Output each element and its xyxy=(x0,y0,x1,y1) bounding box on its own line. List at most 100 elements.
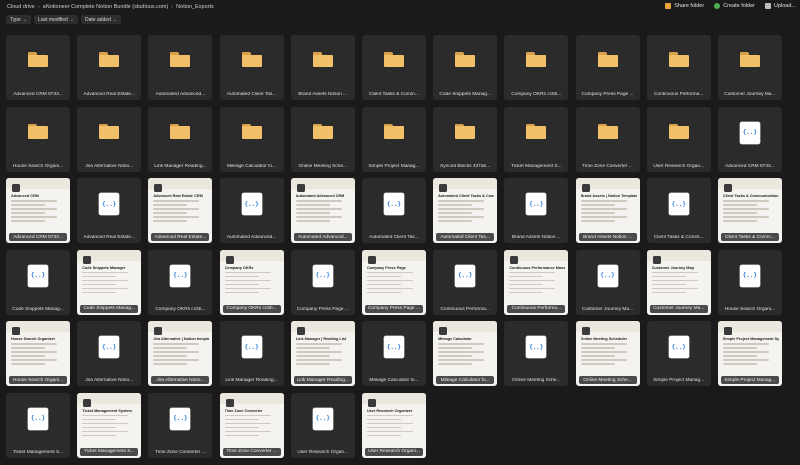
json-file-tile[interactable]: {..} Client Tasks & Comm... xyxy=(646,178,711,244)
folder-tile[interactable]: Automated Client Tas... xyxy=(219,35,284,100)
preview-text-line xyxy=(366,279,413,282)
json-file-tile[interactable]: {..} Brand Assets Notion ... xyxy=(504,178,569,244)
html-file-tile[interactable]: House Search Organizer House Search Organ… xyxy=(6,321,70,387)
preview-text-line xyxy=(366,430,413,433)
preview-text-line xyxy=(651,287,698,290)
html-file-tile[interactable]: Client Tasks & Communication Manager Clie… xyxy=(717,178,782,244)
folder-tile[interactable]: Company OKRs cc5b... xyxy=(504,35,569,100)
file-name-label: Continuous Performa... xyxy=(654,92,704,97)
json-file-tile[interactable]: {..} Automated Advanced... xyxy=(219,178,284,244)
breadcrumb-item[interactable]: Cloud drive xyxy=(7,4,35,10)
preview-text-line xyxy=(580,216,627,218)
html-file-tile[interactable]: Online Meeting Scheduler Online Meeting S… xyxy=(575,321,640,387)
share-folder-button[interactable]: Share folder xyxy=(665,3,704,9)
json-file-tile[interactable]: {..} Jira Alternative Notio... xyxy=(77,321,142,387)
html-file-tile[interactable]: User Research Organizer User Research Org… xyxy=(361,392,426,458)
json-file-tile[interactable]: {..} Advanced Real Estate... xyxy=(77,178,142,244)
html-file-tile[interactable]: Automated Client Tasks & Communication M… xyxy=(433,178,498,244)
html-file-tile[interactable]: Mileage Calculator Mileage Calculator fo.… xyxy=(433,321,498,387)
chevron-down-icon: ⌄ xyxy=(112,16,118,23)
preview-text-line xyxy=(366,414,413,417)
html-file-tile[interactable]: Simple Project Management System Simple P… xyxy=(717,321,782,387)
page-icon xyxy=(225,398,234,407)
json-file-tile[interactable]: {..} Simple Project Manag... xyxy=(646,321,711,387)
preview-text-line xyxy=(224,287,271,290)
json-file-tile[interactable]: {..} User Research Organ... xyxy=(290,392,355,458)
folder-tile[interactable]: House Search Organi... xyxy=(6,106,70,172)
folder-tile[interactable]: Jira Alternative Notio... xyxy=(77,106,142,172)
preview-title: Advanced Real Estate CRM xyxy=(153,194,203,199)
folder-icon xyxy=(312,52,333,67)
preview-text-line xyxy=(722,208,769,210)
folder-tile[interactable]: Automated Advanced... xyxy=(148,35,213,100)
preview-text-line xyxy=(722,204,757,206)
folder-tile[interactable]: Time Zone Converter ... xyxy=(575,106,640,172)
json-file-tile[interactable]: {..} Code Snippets Manag... xyxy=(6,249,70,315)
json-file-tile[interactable]: {..} Automated Client Tas... xyxy=(361,178,426,244)
preview-text-line xyxy=(509,275,544,278)
filter-last-modified[interactable]: Last modified ⌄ xyxy=(34,15,78,24)
folder-tile[interactable]: Client Tasks & Comm... xyxy=(361,35,426,100)
folder-tile[interactable]: Advanced Real Estate... xyxy=(77,35,142,100)
folder-tile[interactable]: Mileage Calculator fo... xyxy=(219,106,284,172)
preview-text-line xyxy=(153,351,200,353)
folder-tile[interactable]: Company Press Page ... xyxy=(575,35,640,100)
filter-date-added[interactable]: Date added ⌄ xyxy=(81,15,122,24)
folder-tile[interactable]: Link Manager Reading... xyxy=(148,106,213,172)
folder-tile[interactable]: Simple Project Manag... xyxy=(361,106,426,172)
file-name-label: User Research Organ... xyxy=(297,449,349,455)
html-file-tile[interactable]: Advanced CRM Advanced CRM 8733... xyxy=(6,178,70,244)
folder-tile[interactable]: Customer Journey Ma... xyxy=(717,35,782,100)
json-file-tile[interactable]: {..} Time Zone Converter ... xyxy=(148,392,213,458)
top-bar: Cloud drive › aNotioneer Complete Notion… xyxy=(0,0,800,14)
preview-text-line xyxy=(224,422,271,425)
html-file-tile[interactable]: Time Zone Converter Time Zone Converter .… xyxy=(219,392,284,458)
file-name-label: Brand Assets Notion ... xyxy=(511,235,561,241)
json-file-tile[interactable]: {..} Online Meeting Sche... xyxy=(504,321,569,387)
folder-tile[interactable]: Advanced CRM 8733... xyxy=(6,35,70,100)
create-folder-button[interactable]: Create folder xyxy=(714,3,755,9)
json-file-tile[interactable]: {..} Link Manager Reading... xyxy=(219,321,284,387)
html-file-tile[interactable]: Ticket Management System Ticket Managemen… xyxy=(77,392,142,458)
json-file-tile[interactable]: {..} Mileage Calculator fo... xyxy=(361,321,426,387)
json-file-tile[interactable]: {..} Advanced CRM 8733... xyxy=(717,106,782,172)
folder-icon xyxy=(312,123,333,139)
html-file-tile[interactable]: Continuous Performance Management System… xyxy=(504,249,569,315)
breadcrumb-item[interactable]: aNotioneer Complete Notion Bundle (studi… xyxy=(43,4,169,10)
folder-tile[interactable]: Ticket Management S... xyxy=(504,106,569,172)
breadcrumb-item[interactable]: Notion_Exports xyxy=(176,4,214,10)
preview-text-line xyxy=(82,430,129,433)
preview-text-line xyxy=(224,418,259,421)
create-folder-icon xyxy=(714,3,721,9)
html-file-tile[interactable]: Brand Assets | Notion Template Brand Asse… xyxy=(575,178,640,244)
json-file-tile[interactable]: {..} Continuous Performa... xyxy=(433,249,498,315)
upload-button[interactable]: Upload... xyxy=(764,3,796,9)
html-file-tile[interactable]: Company OKRs Company OKRs cc5b... xyxy=(219,249,284,315)
json-file-tile[interactable]: {..} Company OKRs cc5b... xyxy=(148,249,213,315)
html-file-tile[interactable]: Company Press Page Company Press Page ... xyxy=(361,249,426,315)
folder-tile[interactable]: Synced Blocks 437de... xyxy=(433,106,498,172)
file-name-label: Client Tasks & Comm... xyxy=(720,233,779,242)
preview-text-line xyxy=(366,418,401,421)
preview-text-line xyxy=(224,434,259,437)
json-file-tile[interactable]: {..} Ticket Management S... xyxy=(6,392,70,458)
folder-tile[interactable]: Brand Assets Notion ... xyxy=(290,35,355,100)
json-file-tile[interactable]: {..} Customer Journey Ma... xyxy=(575,249,640,315)
folder-icon xyxy=(668,52,689,67)
folder-tile[interactable]: Continuous Performa... xyxy=(646,35,711,100)
folder-tile[interactable]: User Research Organ... xyxy=(646,106,711,172)
html-file-tile[interactable]: Customer Journey Map Customer Journey Ma.… xyxy=(646,249,711,315)
html-file-tile[interactable]: Automated Advanced CRM Automated Advanced… xyxy=(290,178,355,244)
folder-tile[interactable]: Code Snippets Manag... xyxy=(433,35,498,100)
filter-type[interactable]: Type ⌄ xyxy=(6,15,32,24)
html-file-tile[interactable]: Jira Alternative | Notion template Jira A… xyxy=(148,321,213,387)
json-file-tile[interactable]: {..} House Search Organi... xyxy=(717,249,782,315)
folder-tile[interactable]: Online Meeting Sche... xyxy=(290,106,355,172)
html-file-tile[interactable]: Link Manager | Reading List Link Manager … xyxy=(290,321,355,387)
json-file-icon: {..} xyxy=(170,407,191,430)
html-file-tile[interactable]: Code Snippets Manager Code Snippets Manag… xyxy=(77,249,142,315)
json-file-tile[interactable]: {..} Company Press Page ... xyxy=(290,249,355,315)
html-file-tile[interactable]: Advanced Real Estate CRM Advanced Real Es… xyxy=(148,178,213,244)
json-file-icon: {..} xyxy=(241,193,262,216)
file-name-label: Automated Client Tas... xyxy=(226,92,277,97)
